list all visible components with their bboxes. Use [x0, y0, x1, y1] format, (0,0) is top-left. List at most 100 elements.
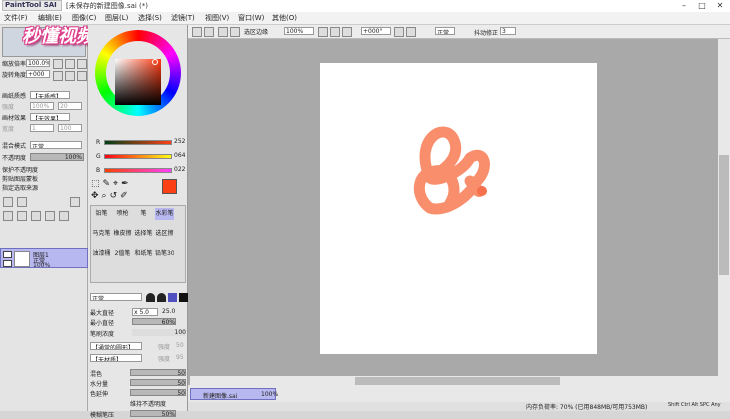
tool-brush2[interactable]: 和纸笔: [134, 248, 153, 260]
brush-tip-square-icon[interactable]: [179, 293, 188, 302]
rotate-reset-button[interactable]: [77, 71, 87, 81]
menu-select[interactable]: 选择(S): [138, 13, 162, 23]
b-slider[interactable]: [104, 168, 172, 173]
tool-eraser[interactable]: 橡皮擦: [113, 228, 132, 240]
document-tab[interactable]: 新建图像.sai 100%: [190, 388, 278, 400]
deselect-button[interactable]: [204, 27, 214, 37]
selection-edge-checkbox[interactable]: 选区边缘: [244, 27, 268, 36]
menu-view[interactable]: 视图(V): [205, 13, 229, 23]
scale-field[interactable]: 100%: [30, 102, 54, 110]
tool-watercolor[interactable]: 水彩笔: [155, 208, 174, 220]
width-field[interactable]: 1: [30, 124, 54, 132]
eye-icon[interactable]: [3, 251, 12, 258]
min-size-slider[interactable]: 60%: [132, 318, 176, 326]
view-tools-icons[interactable]: ✥⌕↺✐: [91, 191, 131, 201]
toolbar-zoom-in[interactable]: [330, 27, 340, 37]
select-all-button[interactable]: [192, 27, 202, 37]
r-value: 252: [174, 138, 186, 145]
zoom-select[interactable]: 100%: [284, 27, 314, 35]
water-slider[interactable]: 50: [130, 379, 186, 387]
tool-brush[interactable]: 笔: [134, 208, 153, 220]
paper-texture-select[interactable]: 【无质感】: [30, 91, 70, 99]
blend-mode-select[interactable]: 正常: [30, 141, 82, 149]
toolbar-zoom-reset[interactable]: [342, 27, 352, 37]
canvas-paper[interactable]: [320, 63, 597, 354]
menu-window[interactable]: 窗口(W): [238, 13, 264, 23]
g-slider[interactable]: [104, 154, 172, 159]
tool-pen30[interactable]: 铅笔30: [155, 248, 174, 260]
horizontal-scroll-thumb[interactable]: [355, 377, 560, 385]
blur-pressure-slider[interactable]: 50%: [130, 410, 176, 418]
opacity-slider[interactable]: 100%: [30, 153, 84, 161]
strength-field[interactable]: 20: [58, 102, 82, 110]
layer-thumbnail: [14, 251, 30, 267]
max-size-value: 25.0: [162, 308, 176, 315]
zoom-field[interactable]: 100.0%: [26, 59, 50, 67]
tool-select-pen[interactable]: 选择笔: [134, 228, 153, 240]
keep-opacity-checkbox[interactable]: 维持不透明度: [130, 399, 166, 408]
transfer-down-button[interactable]: [3, 211, 13, 221]
maximize-button[interactable]: □: [693, 0, 711, 12]
menu-filter[interactable]: 滤镜(T): [171, 13, 195, 23]
layer-opacity: 100%: [33, 262, 51, 269]
size-multiplier[interactable]: x 5.0: [132, 308, 158, 316]
effect-strength-field[interactable]: 100: [58, 124, 82, 132]
brush-tip-flat-icon[interactable]: [168, 293, 177, 302]
flip-button[interactable]: [230, 27, 240, 37]
rotate-right-button[interactable]: [65, 71, 75, 81]
menu-other[interactable]: 其他(O): [272, 13, 297, 23]
vertical-scrollbar[interactable]: [718, 39, 730, 385]
toolbar-rotate-right[interactable]: [406, 27, 416, 37]
delete-layer-button[interactable]: [45, 211, 55, 221]
layer-mask-button[interactable]: [70, 197, 80, 207]
close-button[interactable]: ✕: [711, 0, 729, 12]
brush-texture-select[interactable]: 【无材质】: [90, 354, 142, 362]
brush-tip-round-icon[interactable]: [146, 293, 155, 302]
b-value: 022: [174, 166, 186, 173]
clipping-checkbox[interactable]: 剪贴图层蒙板: [2, 174, 38, 183]
toolbar-rotate-left[interactable]: [394, 27, 404, 37]
density-slider[interactable]: 100: [132, 329, 186, 336]
rotate-left-button[interactable]: [53, 71, 63, 81]
tool-marker[interactable]: 马克笔: [92, 228, 111, 240]
sv-square[interactable]: [115, 59, 161, 105]
sv-cursor[interactable]: [152, 59, 158, 65]
stabilizer-select[interactable]: 3: [500, 27, 516, 35]
new-layer-button[interactable]: [3, 197, 13, 207]
toolbar-zoom-out[interactable]: [318, 27, 328, 37]
tool-pencil[interactable]: 铅笔: [92, 208, 111, 220]
crop-button[interactable]: [218, 27, 228, 37]
foreground-color-swatch[interactable]: [162, 179, 177, 194]
color-tool-panel: R 252 G 064 B 022 ⬚✎⌖✒ ✥⌕↺✐ 铅笔 喷枪 笔 水彩笔 …: [88, 25, 188, 419]
tool-airbrush[interactable]: 喷枪: [113, 208, 132, 220]
vertical-scroll-thumb[interactable]: [719, 155, 729, 275]
merge-down-button[interactable]: [17, 211, 27, 221]
zoom-in-button[interactable]: [65, 59, 75, 69]
lock-layer-button[interactable]: [59, 211, 69, 221]
minimize-button[interactable]: –: [675, 0, 693, 12]
brush-shape-select[interactable]: 【通常的圆形】: [90, 342, 142, 350]
protect-opacity-checkbox[interactable]: 保护不透明度: [2, 165, 38, 174]
menu-layer[interactable]: 图层(L): [105, 13, 128, 23]
brush-mode-select[interactable]: 正常: [90, 293, 142, 301]
status-bar: 内存负荷率: 70% (已用848MB/可用753MB) Shift Ctrl …: [188, 402, 730, 411]
layer-item[interactable]: 图层1 正常 100%: [0, 248, 88, 269]
brush-tip-soft-icon[interactable]: [157, 293, 166, 302]
tool-bucket[interactable]: 油漆桶: [92, 248, 111, 260]
tool-deselect[interactable]: 选区擦: [155, 228, 174, 240]
tool-binary[interactable]: 2值笔: [113, 248, 132, 260]
r-slider[interactable]: [104, 140, 172, 145]
blending-slider[interactable]: 50: [130, 369, 186, 377]
clear-layer-button[interactable]: [31, 211, 41, 221]
mode-select[interactable]: 正常: [435, 27, 455, 35]
zoom-reset-button[interactable]: [77, 59, 87, 69]
angle-field[interactable]: +000: [26, 70, 50, 78]
selection-tools-icons[interactable]: ⬚✎⌖✒: [91, 179, 132, 189]
persistence-slider[interactable]: 50: [130, 389, 186, 397]
g-label: G: [96, 153, 101, 160]
rotation-select[interactable]: +000°: [361, 27, 391, 35]
effect-select[interactable]: 【无效果】: [30, 113, 70, 121]
selection-source-checkbox[interactable]: 指定选取来源: [2, 183, 38, 192]
zoom-out-button[interactable]: [53, 59, 63, 69]
new-folder-button[interactable]: [17, 197, 27, 207]
